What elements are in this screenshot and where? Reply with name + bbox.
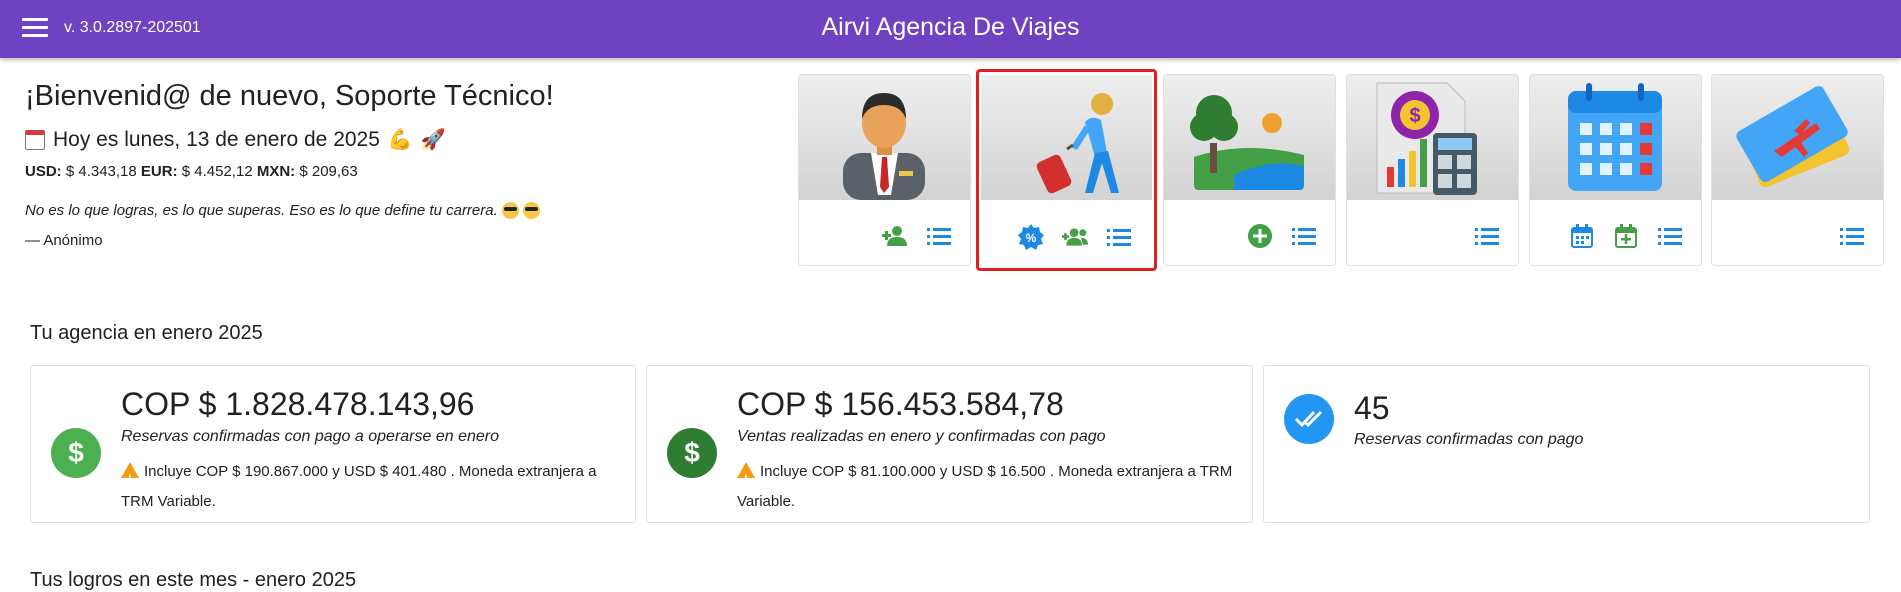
accounting-icon: $ bbox=[1347, 75, 1518, 200]
achievements-section-title: Tus logros en este mes - enero 2025 bbox=[30, 569, 357, 591]
landscape-icon bbox=[1164, 75, 1335, 200]
warning-icon bbox=[737, 462, 755, 494]
svg-text:%: % bbox=[1026, 231, 1037, 245]
today-date: Hoy es lunes, 13 de enero de 2025 💪 🚀 bbox=[25, 127, 446, 152]
module-card-calendar[interactable] bbox=[1529, 74, 1702, 266]
stat-card-reservations-count: 45 Reservas confirmadas con pago bbox=[1263, 365, 1870, 523]
today-date-text: Hoy es lunes, 13 de enero de 2025 bbox=[53, 127, 380, 151]
stat-note: Incluye COP $ 190.867.000 y USD $ 401.48… bbox=[121, 457, 621, 517]
calendar-icon[interactable] bbox=[1569, 223, 1595, 249]
sunglasses-emoji-icon bbox=[501, 202, 519, 219]
list-icon[interactable] bbox=[1657, 223, 1683, 249]
stat-description: Reservas confirmadas con pago bbox=[1354, 431, 1584, 448]
stat-note-text: Incluye COP $ 190.867.000 y USD $ 401.48… bbox=[121, 463, 597, 510]
daily-quote: No es lo que logras, es lo que superas. … bbox=[25, 202, 540, 219]
list-icon[interactable] bbox=[1474, 223, 1500, 249]
list-icon[interactable] bbox=[1106, 224, 1132, 250]
stat-value: COP $ 156.453.584,78 bbox=[737, 386, 1064, 422]
stat-description: Ventas realizadas en enero y confirmadas… bbox=[737, 428, 1106, 445]
mxn-rate: $ 209,63 bbox=[299, 163, 358, 180]
rocket-emoji-icon: 🚀 bbox=[420, 129, 446, 151]
double-check-icon bbox=[1284, 394, 1334, 444]
dollar-icon: $ bbox=[667, 428, 717, 478]
module-card-travelers[interactable]: % bbox=[976, 69, 1157, 271]
stat-value: 45 bbox=[1354, 390, 1390, 426]
quote-text: No es lo que logras, es lo que superas. … bbox=[25, 202, 498, 219]
module-card-agents[interactable] bbox=[798, 74, 971, 266]
stat-card-sales: $ COP $ 156.453.584,78 Ventas realizadas… bbox=[646, 365, 1253, 523]
add-user-icon[interactable] bbox=[882, 223, 908, 249]
calendar-emoji-icon bbox=[25, 129, 45, 150]
traveler-icon bbox=[981, 75, 1152, 200]
app-title: Airvi Agencia De Viajes bbox=[821, 13, 1080, 41]
usd-rate: $ 4.343,18 bbox=[65, 163, 137, 180]
welcome-greeting: ¡Bienvenid@ de nuevo, Soporte Técnico! bbox=[25, 80, 554, 112]
exchange-rates: USD: $ 4.343,18 EUR: $ 4.452,12 MXN: $ 2… bbox=[25, 163, 358, 180]
agency-section-title: Tu agencia en enero 2025 bbox=[30, 322, 263, 344]
module-card-tickets[interactable] bbox=[1711, 74, 1884, 266]
quote-author: — Anónimo bbox=[25, 232, 103, 249]
svg-text:$: $ bbox=[1409, 105, 1420, 127]
list-icon[interactable] bbox=[1291, 223, 1317, 249]
add-circle-icon[interactable] bbox=[1247, 223, 1273, 249]
calendar-add-icon[interactable] bbox=[1613, 223, 1639, 249]
stat-card-confirmed-reservations: $ COP $ 1.828.478.143,96 Reservas confir… bbox=[30, 365, 636, 523]
top-app-bar: v. 3.0.2897-202501 Airvi Agencia De Viaj… bbox=[0, 0, 1901, 58]
list-icon[interactable] bbox=[926, 223, 952, 249]
warning-icon bbox=[121, 462, 139, 494]
group-add-icon[interactable] bbox=[1062, 224, 1088, 250]
mxn-label: MXN: bbox=[256, 163, 296, 180]
stat-description: Reservas confirmadas con pago a operarse… bbox=[121, 428, 499, 445]
module-card-destinations[interactable] bbox=[1163, 74, 1336, 266]
dollar-icon: $ bbox=[51, 428, 101, 478]
module-card-accounting[interactable]: $ bbox=[1346, 74, 1519, 266]
ticket-icon bbox=[1712, 75, 1883, 200]
stat-note: Incluye COP $ 81.100.000 y USD $ 16.500 … bbox=[737, 457, 1237, 517]
calendar-icon bbox=[1530, 75, 1701, 200]
usd-label: USD: bbox=[25, 163, 62, 180]
eur-rate: $ 4.452,12 bbox=[181, 163, 253, 180]
flexed-biceps-emoji-icon: 💪 bbox=[387, 129, 413, 151]
agent-icon bbox=[799, 75, 970, 200]
eur-label: EUR: bbox=[140, 163, 178, 180]
stat-note-text: Incluye COP $ 81.100.000 y USD $ 16.500 … bbox=[737, 463, 1233, 510]
stat-value: COP $ 1.828.478.143,96 bbox=[121, 386, 475, 422]
list-icon[interactable] bbox=[1839, 223, 1865, 249]
discount-badge-icon[interactable]: % bbox=[1018, 224, 1044, 250]
sunglasses-emoji-icon bbox=[522, 202, 540, 219]
